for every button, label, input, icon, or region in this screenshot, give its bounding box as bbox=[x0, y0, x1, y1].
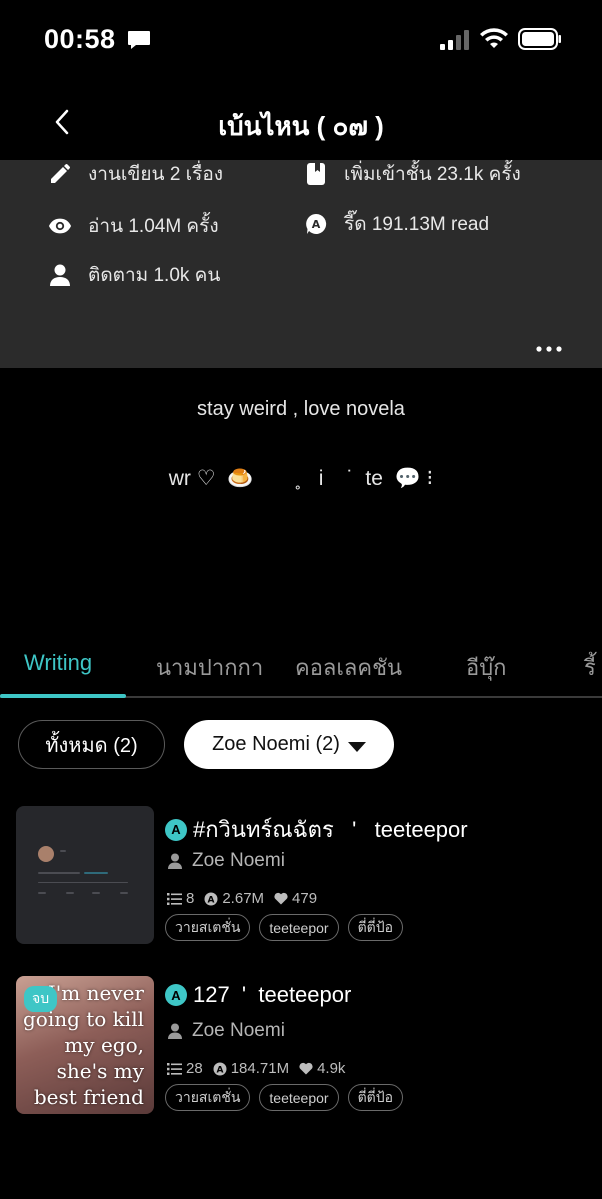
reads-count: 184.71M bbox=[230, 1060, 290, 1077]
chapters-count: 8 bbox=[186, 890, 195, 907]
status-bar: 00:58 bbox=[0, 0, 602, 80]
stat-reader-reads-label: รี๊ด 191.13M read bbox=[344, 214, 490, 235]
cover-avatar bbox=[38, 846, 54, 862]
story-cover: I'm never going to kill my ego, she's my… bbox=[16, 976, 154, 1114]
reads-stat: A 2.67M bbox=[204, 890, 264, 907]
story-stats: 28 A 184.71M 4.9k bbox=[167, 1060, 355, 1077]
reed-badge-icon: A bbox=[165, 984, 187, 1006]
story-item[interactable]: I'm never going to kill my ego, she's my… bbox=[0, 976, 602, 1116]
more-options-icon[interactable] bbox=[536, 346, 562, 352]
cover-line bbox=[38, 882, 128, 883]
reed-icon: A bbox=[204, 892, 218, 905]
profile-stats-panel: งานเขียน 2 เรื่อง อ่าน 1.04M ครั้ง ติดตา… bbox=[0, 160, 602, 368]
reed-badge-icon: A bbox=[165, 818, 187, 841]
story-stats: 8 A 2.67M 479 bbox=[167, 890, 327, 907]
profile-tabs: Writing นามปากกา คอลเลคชัน อีบุ๊ก รี้ bbox=[0, 640, 602, 698]
reed-icon: A bbox=[304, 212, 328, 236]
story-title[interactable]: A #กวินทร์ณฉัตร ' teeteepor bbox=[165, 812, 468, 847]
chapters-stat: 8 bbox=[167, 890, 194, 907]
chapters-stat: 28 bbox=[167, 1060, 203, 1077]
story-item[interactable]: A #กวินทร์ณฉัตร ' teeteepor Zoe Noemi 8 … bbox=[0, 806, 602, 946]
list-icon bbox=[167, 1062, 182, 1075]
story-title[interactable]: A 127 ' teeteepor bbox=[165, 982, 351, 1008]
story-author: Zoe Noemi bbox=[168, 850, 285, 872]
cover-line bbox=[120, 892, 128, 894]
heart-icon bbox=[299, 1062, 313, 1075]
status-time: 00:58 bbox=[44, 24, 116, 54]
eye-icon bbox=[48, 214, 72, 238]
page-title: เบ้นไหน ( ๐๗ ) bbox=[218, 111, 384, 141]
story-title-text: #กวินทร์ณฉัตร ' teeteepor bbox=[193, 817, 468, 842]
author-filter-dropdown[interactable]: Zoe Noemi (2) bbox=[184, 720, 394, 769]
bio-line-1: stay weird , love novela bbox=[197, 398, 405, 420]
tag[interactable]: วายสเตชั่น bbox=[165, 914, 251, 941]
stat-reader-reads: A รี๊ด 191.13M read bbox=[304, 210, 489, 238]
svg-text:A: A bbox=[312, 218, 321, 231]
stat-works: งานเขียน 2 เรื่อง bbox=[48, 160, 223, 188]
story-author-name: Zoe Noemi bbox=[192, 1020, 285, 1041]
story-title-text: 127 ' teeteepor bbox=[193, 982, 352, 1007]
book-icon bbox=[304, 162, 328, 186]
likes-stat: 4.9k bbox=[299, 1060, 345, 1077]
chapters-count: 28 bbox=[186, 1060, 203, 1077]
heart-icon bbox=[274, 892, 288, 905]
completed-badge: จบ bbox=[24, 986, 58, 1012]
story-tags: วายสเตชั่น teeteepor ตี่ตี่ป้อ bbox=[165, 914, 412, 941]
caret-down-icon bbox=[347, 741, 366, 752]
tab-more[interactable]: รี้ bbox=[584, 650, 596, 685]
person-icon bbox=[48, 263, 72, 287]
tab-ebooks[interactable]: อีบุ๊ก bbox=[466, 650, 507, 685]
person-icon bbox=[168, 853, 182, 869]
tab-collections[interactable]: คอลเลคชัน bbox=[295, 650, 402, 685]
stat-reads: อ่าน 1.04M ครั้ง bbox=[48, 212, 219, 240]
stat-added-label: เพิ่มเข้าชั้น 23.1k ครั้ง bbox=[344, 164, 521, 185]
author-filter-label: Zoe Noemi (2) bbox=[212, 733, 340, 755]
cover-line bbox=[66, 892, 74, 894]
reads-stat: A 184.71M bbox=[213, 1060, 289, 1077]
message-icon bbox=[128, 31, 150, 49]
tab-pen-names[interactable]: นามปากกา bbox=[156, 650, 263, 685]
signal-icon bbox=[440, 30, 469, 50]
svg-text:A: A bbox=[216, 1065, 223, 1075]
story-author: Zoe Noemi bbox=[168, 1020, 285, 1042]
list-icon bbox=[167, 892, 182, 905]
likes-stat: 479 bbox=[274, 890, 317, 907]
reads-count: 2.67M bbox=[222, 890, 265, 907]
svg-text:A: A bbox=[208, 895, 215, 905]
story-cover bbox=[16, 806, 154, 944]
bio-line-2: wr ♡ 🍮 ˳ i ˙ te 💬 ⁝ bbox=[168, 467, 434, 490]
cover-line bbox=[38, 872, 80, 874]
stat-followers: ติดตาม 1.0k คน bbox=[48, 261, 220, 289]
cover-line bbox=[92, 892, 100, 894]
tab-writing[interactable]: Writing bbox=[24, 650, 92, 676]
story-author-name: Zoe Noemi bbox=[192, 850, 285, 871]
active-tab-indicator bbox=[0, 694, 126, 698]
filter-all-label: ทั้งหมด (2) bbox=[45, 734, 138, 757]
cover-line bbox=[84, 872, 108, 874]
pencil-icon bbox=[48, 162, 72, 186]
cover-line bbox=[60, 850, 66, 852]
stat-works-label: งานเขียน 2 เรื่อง bbox=[88, 164, 224, 185]
stat-added-to-shelf: เพิ่มเข้าชั้น 23.1k ครั้ง bbox=[304, 160, 521, 188]
wifi-icon bbox=[480, 28, 508, 48]
story-tags: วายสเตชั่น teeteepor ตี่ตี่ป้อ bbox=[165, 1084, 412, 1111]
reed-icon: A bbox=[213, 1062, 227, 1075]
tag[interactable]: วายสเตชั่น bbox=[165, 1084, 251, 1111]
battery-icon bbox=[518, 28, 561, 50]
cover-line bbox=[38, 892, 46, 894]
stat-reads-label: อ่าน 1.04M ครั้ง bbox=[88, 216, 219, 237]
tag[interactable]: ตี่ตี่ป้อ bbox=[347, 914, 404, 941]
filter-all-button[interactable]: ทั้งหมด (2) bbox=[18, 720, 165, 769]
likes-count: 479 bbox=[292, 890, 318, 907]
likes-count: 4.9k bbox=[317, 1060, 346, 1077]
tag[interactable]: ตี่ตี่ป้อ bbox=[347, 1084, 404, 1111]
tag[interactable]: teeteepor bbox=[259, 914, 339, 941]
person-icon bbox=[168, 1023, 182, 1039]
stat-followers-label: ติดตาม 1.0k คน bbox=[88, 265, 221, 286]
tag[interactable]: teeteepor bbox=[259, 1084, 339, 1111]
header: เบ้นไหน ( ๐๗ ) bbox=[0, 84, 602, 160]
